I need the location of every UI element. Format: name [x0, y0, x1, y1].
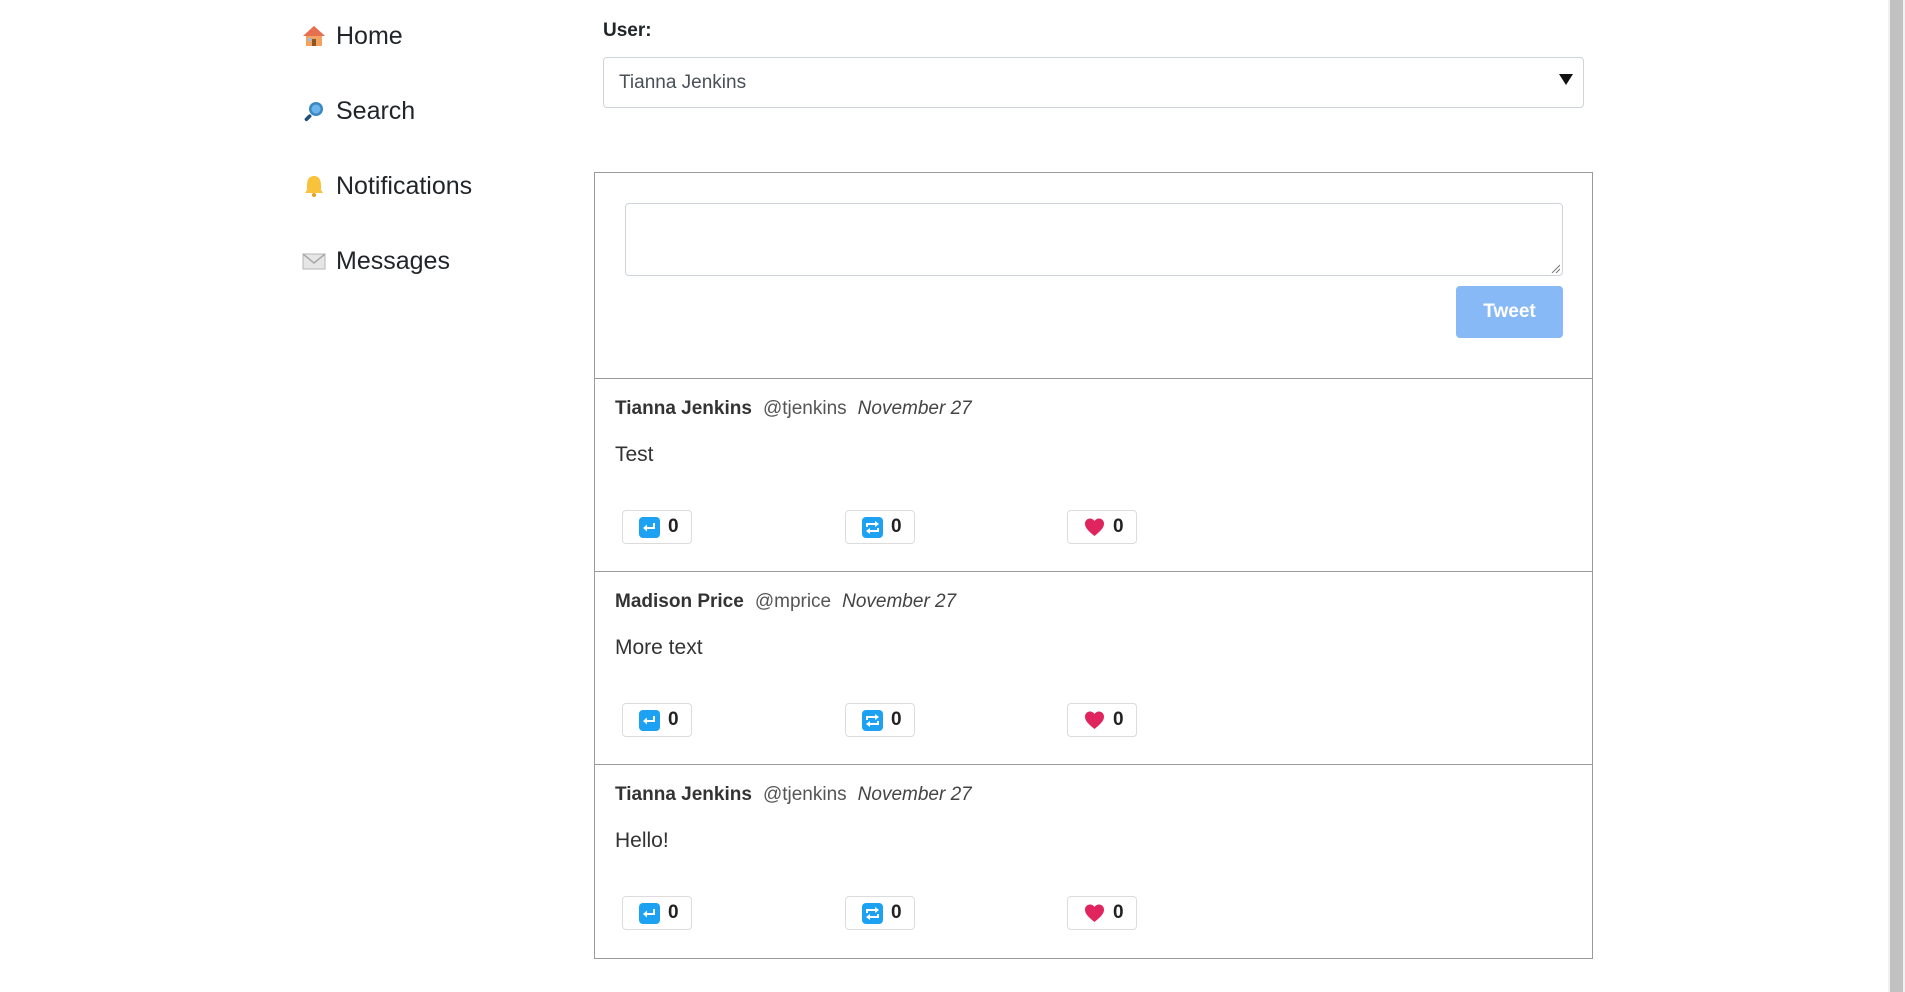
- tweet-header: Tianna Jenkins @tjenkins November 27: [615, 398, 972, 420]
- caret-down-icon: [1559, 74, 1573, 85]
- tweet-author-name: Madison Price: [615, 591, 744, 612]
- tweet-item: Tianna Jenkins @tjenkins November 27 Tes…: [595, 379, 1592, 572]
- reply-button[interactable]: 0: [622, 510, 692, 544]
- bell-icon: [302, 174, 326, 198]
- sidebar-item-home[interactable]: Home: [302, 16, 562, 56]
- tweet-date: November 27: [857, 398, 972, 419]
- reply-count: 0: [668, 709, 679, 730]
- tweet-button[interactable]: Tweet: [1456, 286, 1563, 338]
- reply-count: 0: [668, 516, 679, 537]
- tweet-header: Tianna Jenkins @tjenkins November 27: [615, 784, 972, 806]
- retweet-icon: [862, 902, 883, 924]
- reply-icon: [639, 709, 660, 731]
- heart-icon: [1084, 903, 1105, 924]
- sidebar-item-label: Notifications: [336, 171, 473, 200]
- heart-icon: [1084, 710, 1105, 731]
- reply-icon: [639, 516, 660, 538]
- user-select[interactable]: Tianna Jenkins: [603, 57, 1584, 108]
- sidebar-item-messages[interactable]: Messages: [302, 241, 562, 281]
- retweet-icon: [862, 709, 883, 731]
- user-select-value: Tianna Jenkins: [619, 71, 747, 93]
- sidebar-item-label: Home: [336, 21, 403, 50]
- tweet-author-name: Tianna Jenkins: [615, 784, 752, 805]
- magnifier-icon: [302, 99, 326, 123]
- like-count: 0: [1113, 709, 1124, 730]
- house-icon: [302, 24, 326, 48]
- tweet-text: Hello!: [615, 829, 669, 852]
- vertical-scrollbar[interactable]: [1888, 0, 1905, 992]
- scrollbar-thumb[interactable]: [1890, 0, 1903, 992]
- user-select-label: User:: [603, 20, 652, 41]
- retweet-count: 0: [891, 709, 902, 730]
- tweet-item: Tianna Jenkins @tjenkins November 27 Hel…: [595, 765, 1592, 958]
- reply-button[interactable]: 0: [622, 896, 692, 930]
- sidebar: Home Search Notifications Messages: [302, 16, 562, 316]
- tweet-date: November 27: [842, 591, 957, 612]
- like-count: 0: [1113, 516, 1124, 537]
- tweet-author-handle: @tjenkins: [762, 398, 847, 419]
- like-button[interactable]: 0: [1067, 703, 1137, 737]
- tweet-author-handle: @mprice: [754, 591, 832, 612]
- tweet-actions: 0 0 0: [622, 703, 1222, 737]
- resize-grip-icon[interactable]: [1550, 263, 1560, 273]
- reply-button[interactable]: 0: [622, 703, 692, 737]
- sidebar-item-label: Messages: [336, 246, 450, 275]
- reply-icon: [639, 902, 660, 924]
- retweet-button[interactable]: 0: [845, 896, 915, 930]
- tweet-composer: Tweet: [595, 173, 1592, 379]
- tweet-actions: 0 0 0: [622, 896, 1222, 930]
- tweet-text: More text: [615, 636, 703, 659]
- envelope-icon: [302, 249, 326, 273]
- tweet-author-name: Tianna Jenkins: [615, 398, 752, 419]
- like-count: 0: [1113, 902, 1124, 923]
- reply-count: 0: [668, 902, 679, 923]
- tweet-item: Madison Price @mprice November 27 More t…: [595, 572, 1592, 765]
- sidebar-item-notifications[interactable]: Notifications: [302, 166, 562, 206]
- like-button[interactable]: 0: [1067, 510, 1137, 544]
- tweet-date: November 27: [857, 784, 972, 805]
- retweet-count: 0: [891, 516, 902, 537]
- retweet-icon: [862, 516, 883, 538]
- feed: Tweet Tianna Jenkins @tjenkins November …: [594, 172, 1593, 959]
- like-button[interactable]: 0: [1067, 896, 1137, 930]
- sidebar-item-search[interactable]: Search: [302, 91, 562, 131]
- retweet-count: 0: [891, 902, 902, 923]
- tweet-actions: 0 0 0: [622, 510, 1222, 544]
- tweet-textarea[interactable]: [625, 203, 1563, 276]
- page: Home Search Notifications Messages User:…: [0, 0, 1905, 992]
- retweet-button[interactable]: 0: [845, 703, 915, 737]
- tweet-author-handle: @tjenkins: [762, 784, 847, 805]
- sidebar-item-label: Search: [336, 96, 416, 125]
- retweet-button[interactable]: 0: [845, 510, 915, 544]
- tweet-header: Madison Price @mprice November 27: [615, 591, 956, 613]
- tweet-text: Test: [615, 443, 654, 466]
- heart-icon: [1084, 517, 1105, 538]
